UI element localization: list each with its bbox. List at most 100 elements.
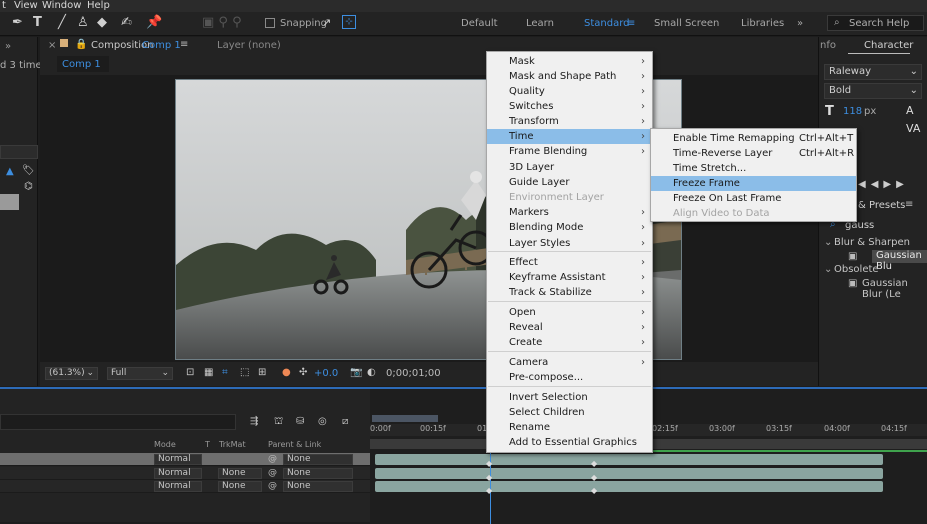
current-time-display[interactable]: 0;00;01;00	[386, 368, 441, 379]
fast-previews-icon[interactable]: ⊡	[186, 367, 194, 378]
resolution-dropdown[interactable]: Full ⌄	[107, 367, 173, 380]
effects-item-gaussian-selected[interactable]: Gaussian Blu	[872, 250, 927, 272]
project-search-field[interactable]	[0, 145, 38, 159]
context-menu-item-reveal[interactable]: Reveal ›	[487, 320, 652, 335]
context-menu-item-add-to-essential-graphics[interactable]: Add to Essential Graphics	[487, 435, 652, 450]
shy-layers-icon[interactable]: ⛁	[296, 416, 304, 427]
snapshot-icon[interactable]: 📷	[350, 367, 362, 378]
parent-dropdown[interactable]: None	[283, 454, 353, 465]
menu-window[interactable]: Window	[42, 0, 81, 11]
magnification-dropdown[interactable]: (61.3%) ⌄	[45, 367, 98, 380]
context-menu-item-effect[interactable]: Effect ›	[487, 255, 652, 270]
character-tab[interactable]: Character	[864, 40, 913, 51]
pickwhip-icon[interactable]: @	[268, 454, 277, 464]
context-menu-item-switches[interactable]: Switches ›	[487, 99, 652, 114]
context-menu-item-rename[interactable]: Rename	[487, 420, 652, 435]
exposure-value[interactable]: +0.0	[314, 368, 338, 379]
eraser-icon[interactable]: ◆	[97, 16, 107, 30]
context-menu-item-mask-and-shape-path[interactable]: Mask and Shape Path ›	[487, 69, 652, 84]
group-expand-icon[interactable]: ⌄	[824, 264, 832, 275]
workspace-small-screen[interactable]: Small Screen	[654, 18, 719, 29]
mask-visibility-icon[interactable]: ⌗	[222, 367, 228, 378]
keyframe-icon[interactable]: ◆	[591, 459, 597, 468]
keyframe-icon[interactable]: ◆	[486, 486, 492, 495]
workspace-default[interactable]: Default	[461, 18, 498, 29]
type-icon[interactable]: T	[33, 16, 42, 30]
context-menu-item-markers[interactable]: Markers ›	[487, 205, 652, 220]
keyframe-icon[interactable]: ◆	[591, 486, 597, 495]
lock-icon[interactable]: 🔒	[75, 39, 87, 50]
time-submenu-item-time-stretch[interactable]: Time Stretch...	[651, 161, 856, 176]
panel-menu-icon[interactable]: ≡	[905, 199, 913, 210]
trkmat-dropdown[interactable]: None	[218, 481, 262, 492]
puppet-pin-icon[interactable]: 📌	[146, 16, 162, 30]
panel-menu-icon[interactable]: ≡	[180, 39, 188, 50]
context-menu-item-blending-mode[interactable]: Blending Mode ›	[487, 220, 652, 235]
effects-presets-tab[interactable]: & Presets	[858, 200, 905, 211]
timeline-search-field[interactable]	[0, 414, 236, 430]
layer-bar-2[interactable]	[375, 468, 883, 479]
layer-bar-1[interactable]	[375, 454, 883, 465]
context-menu-item-track-stabilize[interactable]: Track & Stabilize ›	[487, 285, 652, 300]
context-menu-item-guide-layer[interactable]: Guide Layer	[487, 175, 652, 190]
playback-controls-icon[interactable]: ◀◀▶▶	[858, 179, 909, 190]
workspace-menu-icon[interactable]: ≡	[627, 18, 635, 29]
mode-dropdown[interactable]: Normal	[154, 454, 202, 465]
menu-view[interactable]: View	[14, 0, 38, 11]
context-menu-item-layer-styles[interactable]: Layer Styles ›	[487, 236, 652, 251]
reset-exposure-icon[interactable]: ✣	[299, 367, 307, 378]
mode-dropdown[interactable]: Normal	[154, 468, 202, 479]
snap-features-icon[interactable]: ⊹	[342, 15, 356, 29]
snap-edges-icon[interactable]: ↗	[322, 16, 331, 30]
context-menu-item-pre-compose[interactable]: Pre-compose...	[487, 370, 652, 385]
menu-help[interactable]: Help	[87, 0, 110, 11]
group-expand-icon[interactable]: ⌄	[824, 237, 832, 248]
graph-editor-icon[interactable]: ⧄	[342, 416, 348, 427]
workspace-standard[interactable]: Standard	[584, 18, 630, 29]
project-item-selected[interactable]	[0, 194, 19, 210]
grid-guides-icon[interactable]: ⊞	[258, 367, 266, 378]
sort-up-icon[interactable]: ▲	[6, 166, 14, 177]
workspace-learn[interactable]: Learn	[526, 18, 554, 29]
context-menu-item-camera[interactable]: Camera ›	[487, 355, 652, 370]
motion-blur-icon[interactable]: ◎	[318, 416, 327, 427]
parent-dropdown[interactable]: None	[283, 481, 353, 492]
parent-dropdown[interactable]: None	[283, 468, 353, 479]
workspace-libraries[interactable]: Libraries	[741, 18, 784, 29]
context-menu-item-mask[interactable]: Mask ›	[487, 54, 652, 69]
info-tab[interactable]: nfo	[820, 40, 836, 51]
time-submenu-item-freeze-frame[interactable]: Freeze Frame	[651, 176, 856, 191]
draft-3d-icon[interactable]: ⛫	[274, 416, 283, 429]
transparency-grid-icon[interactable]: ▦	[204, 367, 213, 378]
pickwhip-icon[interactable]: @	[268, 468, 277, 478]
context-menu-item-create[interactable]: Create ›	[487, 335, 652, 350]
trkmat-dropdown[interactable]: None	[218, 468, 262, 479]
snapping-checkbox[interactable]	[265, 18, 275, 28]
keyframe-icon[interactable]: ◆	[486, 459, 492, 468]
search-help-box[interactable]: ⌕ Search Help	[827, 15, 924, 31]
effects-group-blur[interactable]: Blur & Sharpen	[834, 237, 910, 248]
context-menu-item-select-children[interactable]: Select Children	[487, 405, 652, 420]
brush-icon[interactable]: ╱	[58, 16, 66, 30]
time-submenu-item-time-reverse-layer[interactable]: Time-Reverse Layer Ctrl+Alt+R	[651, 146, 856, 161]
font-family-dropdown[interactable]: Raleway ⌄	[824, 64, 922, 80]
composition-mini-flowchart-icon[interactable]: ⇶	[250, 416, 258, 427]
region-of-interest-icon[interactable]: ⬚	[240, 367, 249, 378]
effects-group-obsolete[interactable]: Obsolete	[834, 264, 879, 275]
context-menu-item-keyframe-assistant[interactable]: Keyframe Assistant ›	[487, 270, 652, 285]
show-snapshot-icon[interactable]: ◐	[367, 367, 376, 378]
font-size-value[interactable]: 118	[843, 106, 862, 117]
time-submenu-item-freeze-on-last-frame[interactable]: Freeze On Last Frame	[651, 191, 856, 206]
comp-tab-name[interactable]: Comp 1	[142, 40, 181, 51]
layer-panel-label[interactable]: Layer (none)	[217, 40, 281, 51]
context-menu-item-quality[interactable]: Quality ›	[487, 84, 652, 99]
tag-icon[interactable]: 🏷	[22, 165, 35, 176]
context-menu-item-invert-selection[interactable]: Invert Selection	[487, 390, 652, 405]
pen-icon[interactable]: ✒	[12, 16, 23, 30]
keyframe-icon[interactable]: ◆	[486, 473, 492, 482]
context-menu-item-frame-blending[interactable]: Frame Blending ›	[487, 144, 652, 159]
panel-expand-icon[interactable]: »	[5, 41, 11, 52]
context-menu-item-3d-layer[interactable]: 3D Layer	[487, 160, 652, 175]
context-menu-item-transform[interactable]: Transform ›	[487, 114, 652, 129]
context-menu-item-open[interactable]: Open ›	[487, 305, 652, 320]
